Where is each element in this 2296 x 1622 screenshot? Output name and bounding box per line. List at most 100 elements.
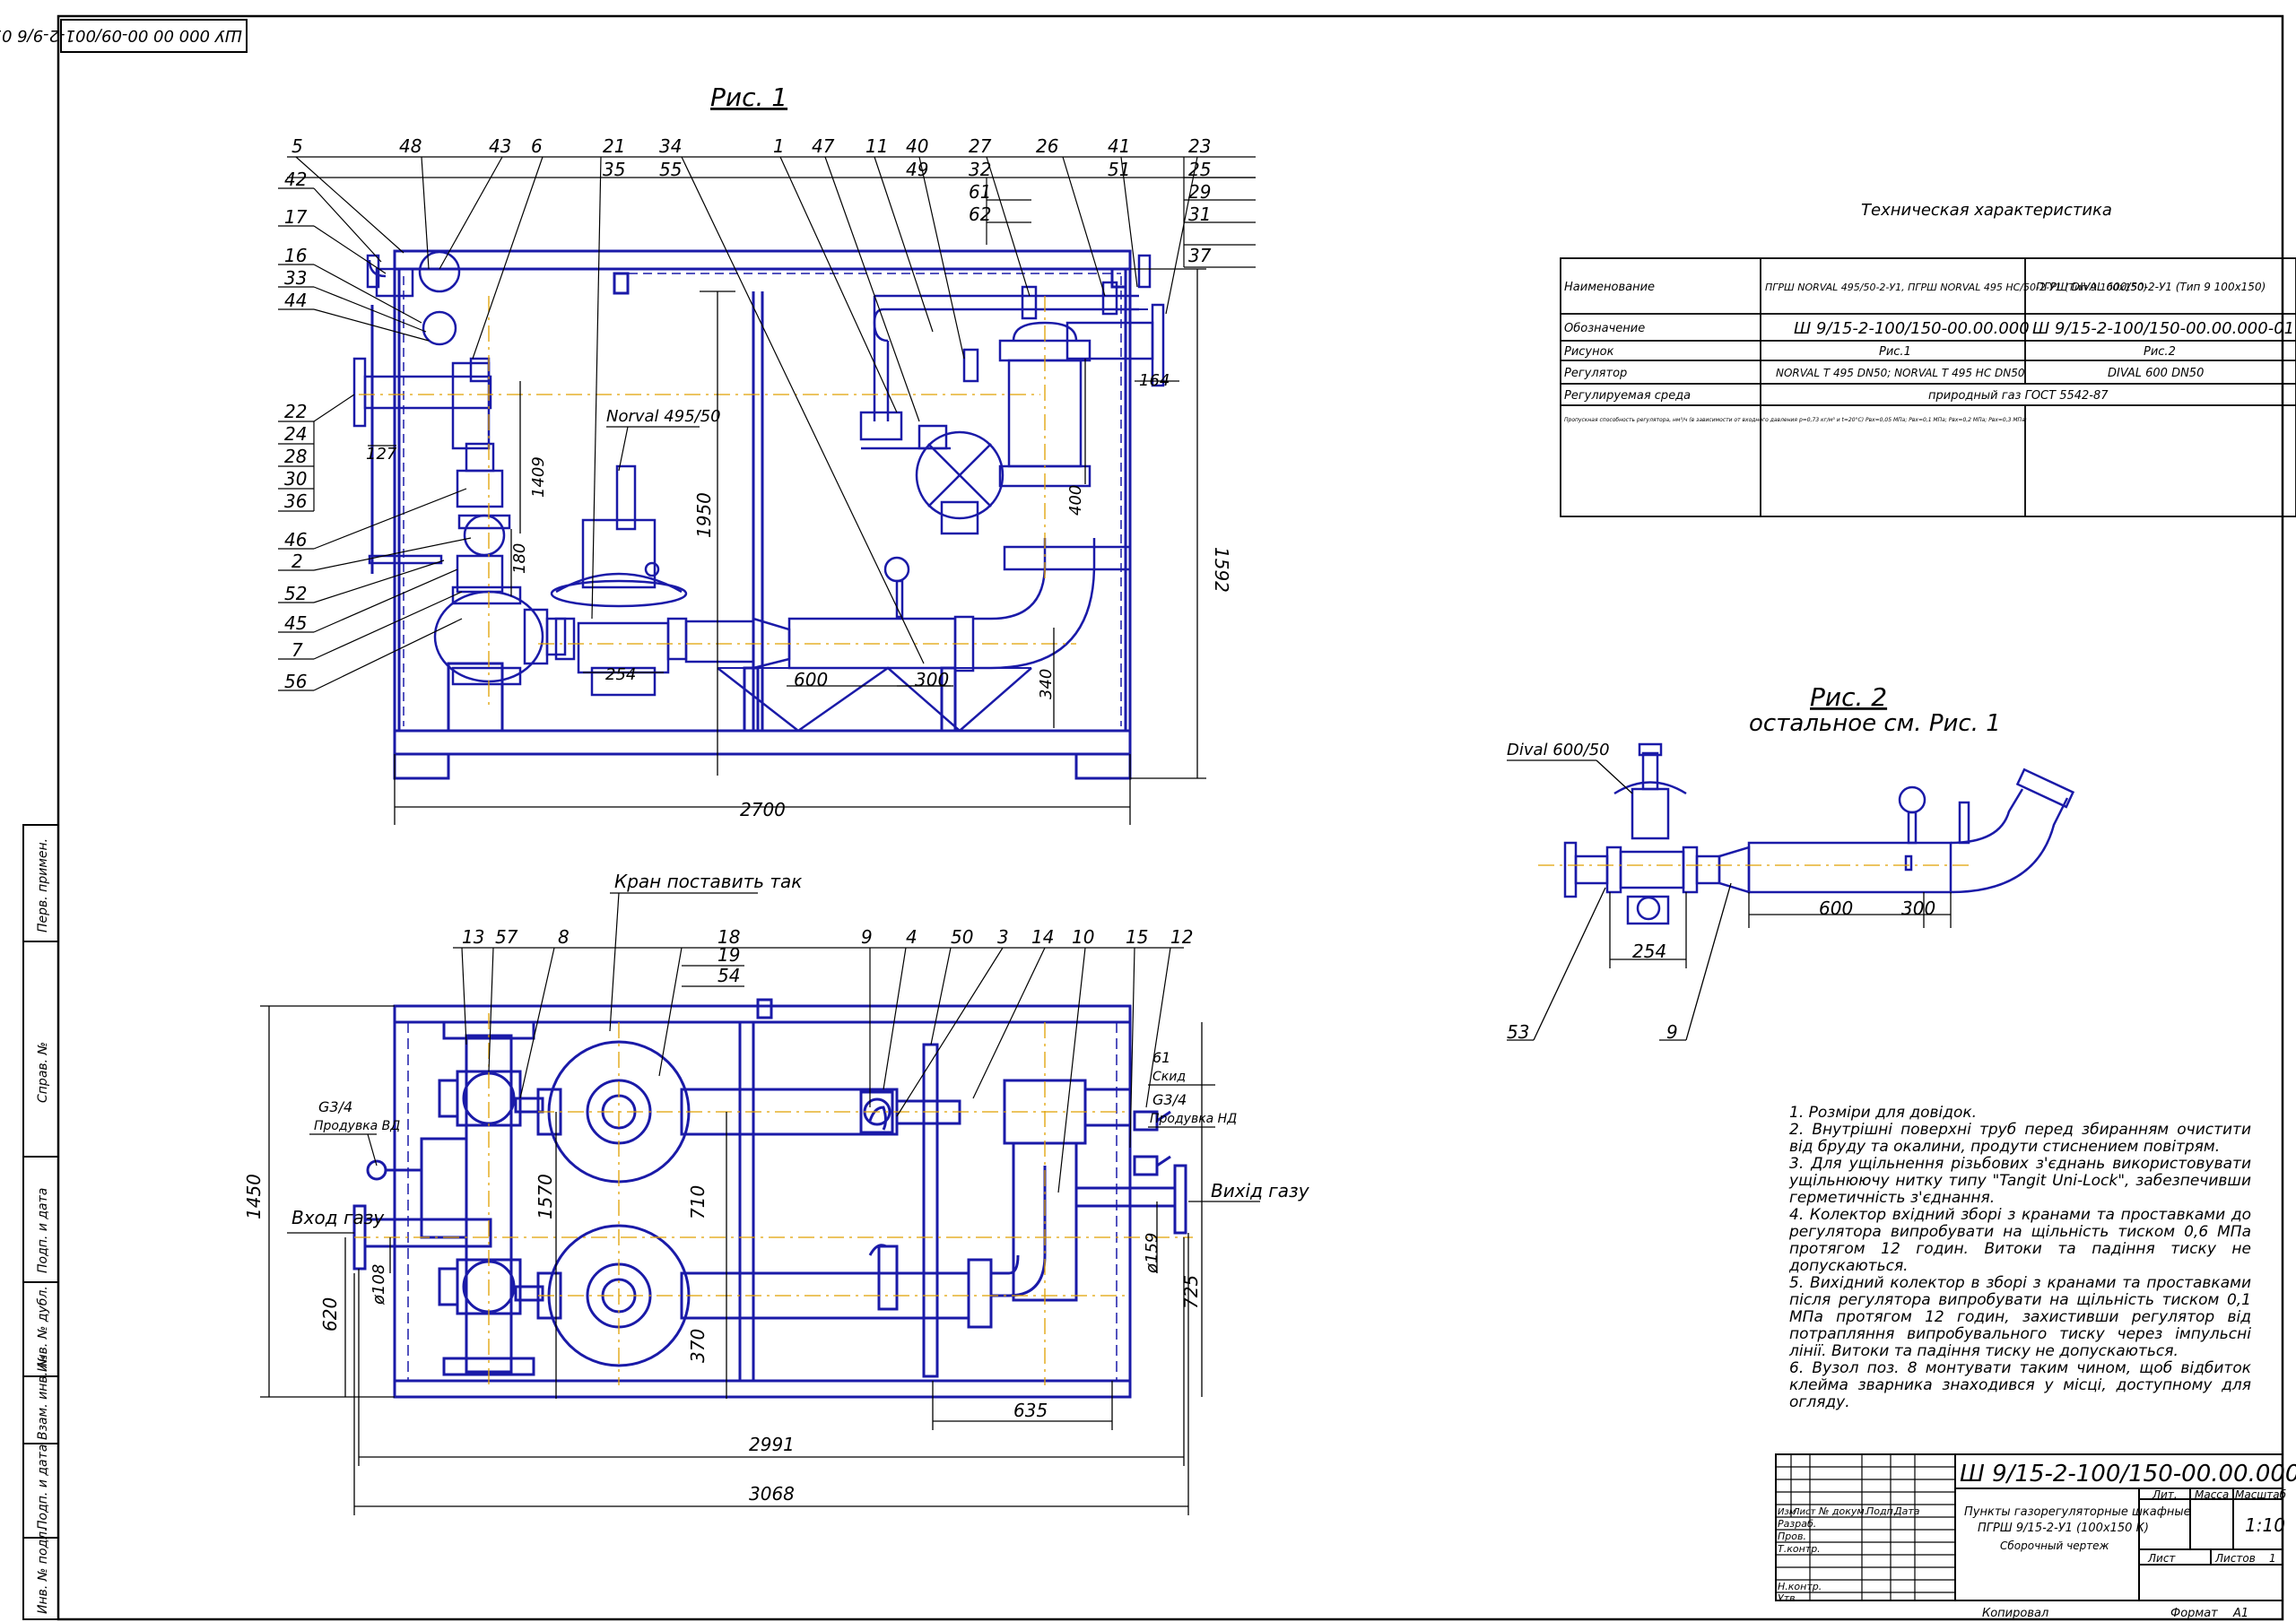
callout-22: 22 [284, 401, 307, 422]
fig2-callout-9: 9 [1666, 1021, 1678, 1043]
tb-copied: Копировал [1982, 1607, 2048, 1620]
dim-254: 254 [605, 665, 636, 684]
fig1-callouts-top: 5 48 43 6 21 34 1 47 11 40 27 26 41 23 3… [291, 135, 1212, 266]
side-stamp-2: Справ. № [36, 1042, 50, 1103]
note-6: 6. Вузол поз. 8 монтувати таким чином, щ… [1789, 1359, 2251, 1411]
dim-710: 710 [687, 1185, 709, 1219]
callout-15: 15 [1126, 926, 1148, 948]
dim-620: 620 [319, 1297, 341, 1331]
skid-num: 61 [1152, 1049, 1170, 1066]
fig2-dim-254: 254 [1632, 941, 1666, 962]
callout-5: 5 [291, 135, 303, 157]
plan-callouts: 13 57 8 18 19 54 9 4 50 3 14 10 15 12 [462, 926, 1193, 986]
callout-35: 35 [603, 159, 625, 180]
note-5: 5. Вихідний колектор в зборі з кранами т… [1789, 1274, 2251, 1360]
dim-340: 340 [1037, 669, 1056, 699]
tech-r4-c2: NORVAL Т 495 DN50; NORVAL Т 495 НС DN50 [1776, 367, 2025, 379]
tb-hdr-data: Дата [1893, 1505, 1920, 1517]
callout-61: 61 [969, 181, 991, 203]
side-stamp-6: Подп. и дата [36, 1444, 50, 1530]
callout-52: 52 [284, 583, 307, 604]
fig2-subtitle: остальное см. Рис. 1 [1749, 710, 2001, 737]
tech-r5-c1: Регулируемая среда [1564, 389, 1691, 403]
callout-19: 19 [718, 944, 740, 966]
dim-3068: 3068 [749, 1483, 795, 1505]
tb-masshtab: Масштаб [2235, 1488, 2287, 1501]
tb-role-utv: Утв. [1778, 1592, 1798, 1604]
tb-hdr-podp: Подп. [1866, 1505, 1896, 1517]
tb-doc-code: Ш 9/15-2-100/150-00.00.000 СБ [1960, 1461, 2296, 1488]
tech-r2-c1: Обозначение [1564, 322, 1645, 335]
dim-1592: 1592 [1211, 547, 1232, 593]
callout-48: 48 [399, 135, 422, 157]
callout-43: 43 [489, 135, 511, 157]
callout-45: 45 [284, 612, 307, 634]
title-block: Ш 9/15-2-100/150-00.00.000 СБ Пункты газ… [1775, 1453, 2296, 1620]
fig2-title: Рис. 2 [1810, 682, 1887, 712]
tech-r5-c2: природный газ ГОСТ 5542-87 [1928, 389, 2109, 403]
callout-29: 29 [1188, 181, 1211, 203]
side-stamp-1: Перв. примен. [36, 838, 50, 932]
dim-1950: 1950 [693, 492, 715, 538]
tb-role-razrab: Разраб. [1778, 1518, 1816, 1530]
callout-36: 36 [284, 490, 307, 512]
dim-1450: 1450 [243, 1174, 265, 1219]
callout-4: 4 [906, 926, 918, 948]
tech-r2-c3: Ш 9/15-2-100/150-00.00.000-01 [2032, 319, 2294, 338]
dim-164: 164 [1139, 371, 1170, 390]
dim-dia159: ø159 [1143, 1233, 1161, 1274]
note-1: 1. Розміри для довідок. [1789, 1104, 1978, 1122]
callout-37: 37 [1188, 245, 1212, 266]
tech-r4-c1: Регулятор [1564, 367, 1627, 380]
callout-16: 16 [284, 245, 307, 266]
dim-180: 180 [510, 543, 529, 574]
callout-40: 40 [906, 135, 928, 157]
callout-17: 17 [284, 206, 308, 228]
purge-hp-size: G3/4 [318, 1098, 352, 1115]
purge-lp-note: Продувка НД [1150, 1112, 1237, 1126]
callout-32: 32 [969, 159, 991, 180]
callout-24: 24 [284, 423, 307, 445]
crane-note: Кран поставить так [614, 871, 802, 892]
tb-lit: Лит. [2152, 1488, 2178, 1501]
side-stamp-7: Инв. № подл. [36, 1527, 50, 1614]
fig1-title: Рис. 1 [710, 82, 787, 112]
tb-role-prov: Пров. [1778, 1531, 1806, 1542]
note-3: 3. Для ущільнення різьбових з'єднань вик… [1789, 1155, 2251, 1207]
note-4: 4. Колектор вхідний зборі з кранами та п… [1789, 1206, 2251, 1275]
callout-49: 49 [906, 159, 928, 180]
tb-name-3: Сборочный чертеж [2000, 1540, 2109, 1552]
dim-2700: 2700 [740, 799, 786, 820]
callout-34: 34 [659, 135, 682, 157]
callout-1: 1 [773, 135, 785, 157]
fig1-front-view: 2700 1950 1592 1409 600 300 254 180 340 … [278, 135, 1256, 825]
callout-10: 10 [1072, 926, 1094, 948]
callout-42: 42 [284, 169, 307, 190]
notes-block: 1. Розміри для довідок. 2. Внутрішні пов… [1789, 1105, 2251, 1411]
callout-14: 14 [1031, 926, 1054, 948]
callout-25: 25 [1188, 159, 1211, 180]
dim-600: 600 [794, 669, 828, 690]
callout-56: 56 [284, 671, 307, 692]
tb-sheets-n: 1 [2269, 1552, 2276, 1565]
callout-44: 44 [284, 290, 307, 311]
dim-dia108: ø108 [370, 1264, 388, 1305]
callout-28: 28 [284, 446, 307, 467]
callout-13: 13 [462, 926, 484, 948]
tb-hdr-list: Лист [1792, 1507, 1817, 1517]
tech-r3-c2: Рис.1 [1879, 345, 1911, 359]
dim-300: 300 [915, 669, 949, 690]
note-2: 2. Внутрішні поверхні труб перед збиранн… [1789, 1121, 2251, 1156]
callout-21: 21 [603, 135, 625, 157]
tech-r1-c3: ПГРШ DIVAL 600/50-2-У1 (Тип 9 100х150) [2036, 281, 2266, 293]
callout-2: 2 [291, 551, 303, 572]
tb-format-val: А1 [2232, 1607, 2248, 1620]
fig2-dim-300: 300 [1901, 898, 1935, 919]
callout-54: 54 [718, 965, 740, 986]
tech-title: Техническая характеристика [1861, 201, 2112, 220]
tech-r1-c1: Наименование [1564, 281, 1655, 294]
callout-26: 26 [1036, 135, 1058, 157]
callout-8: 8 [558, 926, 570, 948]
fig2-callout-53: 53 [1507, 1021, 1529, 1043]
tech-table: Техническая характеристика Наименование … [1560, 201, 2296, 517]
